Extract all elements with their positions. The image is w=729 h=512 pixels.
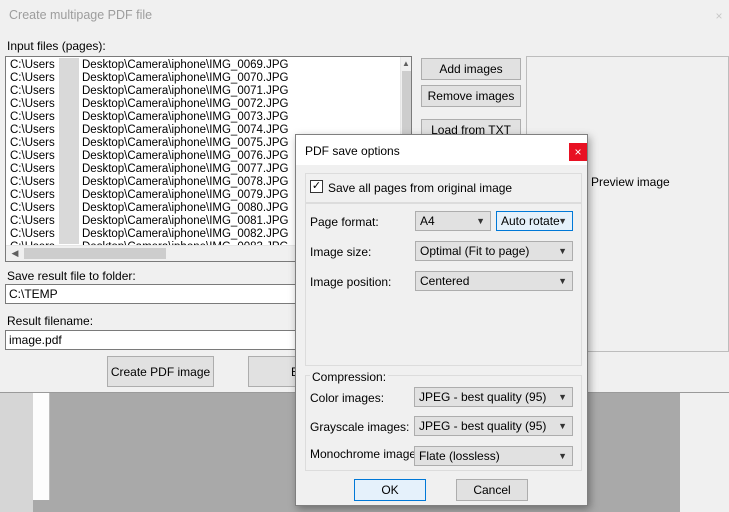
save-folder-label: Save result file to folder: [7,269,136,283]
create-pdf-button[interactable]: Create PDF image [107,356,214,387]
file-drive-part: C:\Users [10,111,55,123]
monochrome-images-value: Flate (lossless) [419,449,500,463]
chevron-down-icon: ▼ [558,246,567,256]
file-drive-part: C:\Users [10,176,55,188]
close-icon[interactable]: × [710,8,728,24]
image-size-select[interactable]: Optimal (Fit to page) ▼ [415,241,573,261]
window-title: Create multipage PDF file [9,8,153,22]
file-path-part: Desktop\Camera\iphone\IMG_0071.JPG [82,85,289,97]
file-path-part: Desktop\Camera\iphone\IMG_0082.JPG [82,228,289,240]
check-icon[interactable]: ✓ [310,180,323,193]
background-ruler [33,393,50,500]
color-images-value: JPEG - best quality (95) [419,390,547,404]
file-path-part: Desktop\Camera\iphone\IMG_0070.JPG [82,72,289,84]
monochrome-images-label: Monochrome images: [310,447,426,461]
remove-images-button[interactable]: Remove images [421,85,521,107]
list-item[interactable]: C:\Users Desktop\Camera\iphone\IMG_0071.J… [10,85,400,98]
grayscale-images-value: JPEG - best quality (95) [419,419,547,433]
grayscale-images-label: Grayscale images: [310,420,410,434]
image-size-value: Optimal (Fit to page) [420,244,530,258]
image-position-value: Centered [420,274,470,288]
file-path-part: Desktop\Camera\iphone\IMG_0076.JPG [82,150,289,162]
close-icon[interactable]: × [569,143,587,161]
background-panel [0,393,33,512]
save-folder-input[interactable]: C:\TEMP [5,284,302,304]
list-item[interactable]: C:\Users Desktop\Camera\iphone\IMG_0073.J… [10,111,400,124]
pdf-save-options-dialog: PDF save options × ✓ Save all pages from… [295,134,588,506]
compression-label: Compression: [310,370,389,384]
chevron-down-icon: ▼ [558,276,567,286]
image-position-select[interactable]: Centered ▼ [415,271,573,291]
file-drive-part: C:\Users [10,228,55,240]
chevron-down-icon: ▼ [558,216,567,226]
grayscale-images-select[interactable]: JPEG - best quality (95) ▼ [414,416,573,436]
file-path-part: Desktop\Camera\iphone\IMG_0072.JPG [82,98,289,110]
horizontal-scroll-thumb[interactable] [24,248,166,259]
list-item[interactable]: C:\Users Desktop\Camera\iphone\IMG_0069.J… [10,59,400,72]
image-position-label: Image position: [310,275,392,289]
page-format-value: A4 [420,214,435,228]
file-drive-part: C:\Users [10,98,55,110]
file-path-part: Desktop\Camera\iphone\IMG_0080.JPG [82,202,289,214]
file-drive-part: C:\Users [10,59,55,71]
file-path-part: Desktop\Camera\iphone\IMG_0079.JPG [82,189,289,201]
file-drive-part: C:\Users [10,85,55,97]
color-images-select[interactable]: JPEG - best quality (95) ▼ [414,387,573,407]
chevron-down-icon: ▼ [558,451,567,461]
file-drive-part: C:\Users [10,150,55,162]
add-images-button[interactable]: Add images [421,58,521,80]
file-drive-part: C:\Users [10,202,55,214]
file-path-part: Desktop\Camera\iphone\IMG_0077.JPG [82,163,289,175]
list-item[interactable]: C:\Users Desktop\Camera\iphone\IMG_0070.J… [10,72,400,85]
arrow-up-icon[interactable]: ▲ [400,57,411,70]
file-path-part: Desktop\Camera\iphone\IMG_0074.JPG [82,124,289,136]
result-filename-input[interactable]: image.pdf [5,330,302,350]
file-drive-part: C:\Users [10,189,55,201]
input-files-label: Input files (pages): [7,39,106,53]
file-drive-part: C:\Users [10,215,55,227]
dialog-title: PDF save options [305,144,400,158]
file-path-part: Desktop\Camera\iphone\IMG_0075.JPG [82,137,289,149]
result-filename-label: Result filename: [7,314,94,328]
chevron-down-icon: ▼ [558,392,567,402]
file-drive-part: C:\Users [10,137,55,149]
color-images-label: Color images: [310,391,385,405]
list-item[interactable]: C:\Users Desktop\Camera\iphone\IMG_0072.J… [10,98,400,111]
file-path-part: Desktop\Camera\iphone\IMG_0069.JPG [82,59,289,71]
monochrome-images-select[interactable]: Flate (lossless) ▼ [414,446,573,466]
file-path-part: Desktop\Camera\iphone\IMG_0081.JPG [82,215,289,227]
rotate-select[interactable]: Auto rotate ▼ [496,211,573,231]
file-drive-part: C:\Users [10,124,55,136]
preview-image-label: Preview image [591,175,670,189]
file-drive-part: C:\Users [10,163,55,175]
rotate-value: Auto rotate [501,214,560,228]
file-path-part: Desktop\Camera\iphone\IMG_0073.JPG [82,111,289,123]
page-format-label: Page format: [310,215,379,229]
chevron-down-icon: ▼ [558,421,567,431]
image-size-label: Image size: [310,245,372,259]
background-panel-right [680,393,729,512]
file-drive-part: C:\Users [10,72,55,84]
ok-button[interactable]: OK [354,479,426,501]
arrow-left-icon[interactable]: ◀ [8,246,22,260]
page-format-select[interactable]: A4 ▼ [415,211,491,231]
chevron-down-icon: ▼ [476,216,485,226]
cancel-button[interactable]: Cancel [456,479,528,501]
file-path-part: Desktop\Camera\iphone\IMG_0078.JPG [82,176,289,188]
save-all-pages-checkbox-label[interactable]: Save all pages from original image [328,181,512,195]
